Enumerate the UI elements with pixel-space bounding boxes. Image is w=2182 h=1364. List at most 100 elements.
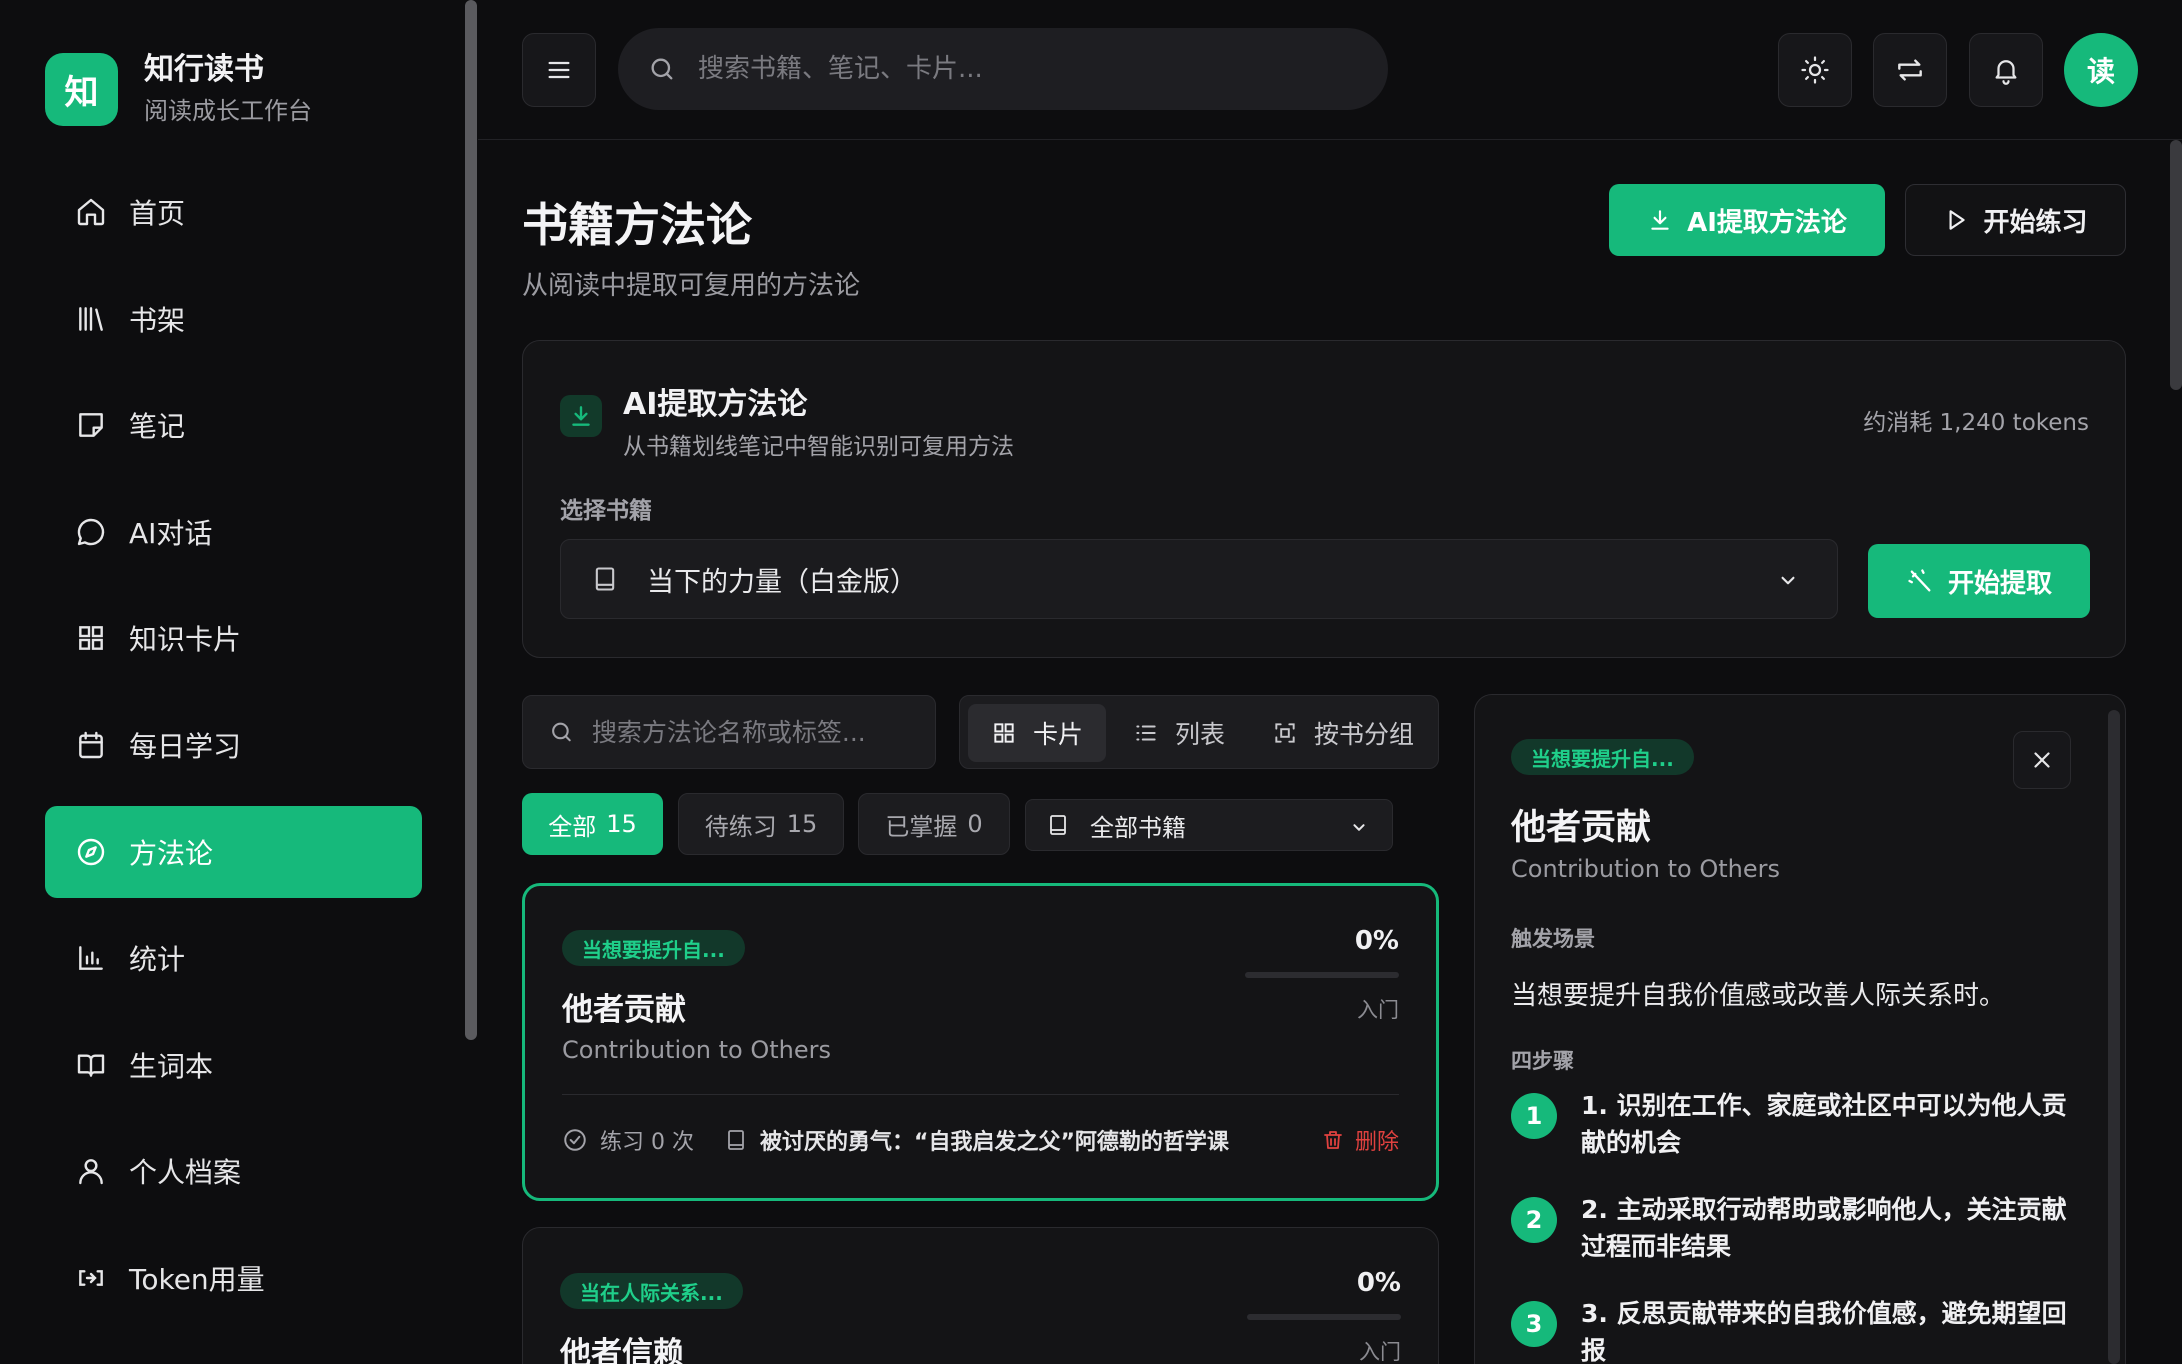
extract-panel-title: AI提取方法论 <box>623 387 808 422</box>
sidebar-item-knowledge-cards[interactable]: 知识卡片 <box>45 592 422 684</box>
sidebar-item-daily-study[interactable]: 每日学习 <box>45 699 422 791</box>
menu-icon <box>548 61 570 79</box>
detail-title: 他者贡献 <box>1511 808 1652 848</box>
coins-icon <box>79 1270 103 1286</box>
sidebar-item-label: AI对话 <box>129 516 213 550</box>
sidebar-item-ai-chat[interactable]: AI对话 <box>45 486 422 578</box>
play-icon <box>1949 210 1966 230</box>
top-bar: 读 <box>478 0 2182 140</box>
ai-extract-label: AI提取方法论 <box>1687 207 1847 238</box>
view-group-button[interactable]: 按书分组 <box>1252 704 1434 762</box>
sidebar-item-notes[interactable]: 笔记 <box>45 379 422 471</box>
scenario-tag: 当想要提升自... <box>1511 739 1694 775</box>
methodology-card[interactable]: 当想要提升自... 他者贡献 Contribution to Others 0%… <box>522 883 1439 1201</box>
search-icon <box>651 58 673 80</box>
book-filter-select[interactable]: 全部书籍 <box>1025 799 1393 851</box>
trash-icon <box>1324 1131 1342 1149</box>
level-label: 入门 <box>1357 998 1399 1022</box>
token-estimate: 约消耗 1,240 tokens <box>1863 410 2089 436</box>
sun-icon <box>1801 56 1829 84</box>
sidebar-item-home[interactable]: 首页 <box>45 166 422 258</box>
grid-icon <box>994 723 1014 743</box>
sidebar-item-label: 首页 <box>129 197 186 230</box>
home-icon <box>77 198 105 226</box>
step-number: 2 <box>1511 1197 1557 1243</box>
global-search-input[interactable] <box>697 54 1388 84</box>
card-english-title: Contribution to Others <box>562 1036 832 1064</box>
card-footer: 练习 0 次 被讨厌的勇气：“自我启发之父”阿德勒的哲学课 删除 <box>562 1124 1399 1156</box>
step-text: 1. 识别在工作、家庭或社区中可以为他人贡献的机会 <box>1581 1091 2067 1157</box>
switch-button[interactable] <box>1873 33 1947 107</box>
scenario-tag: 当在人际关系... <box>560 1273 743 1309</box>
view-list-button[interactable]: 列表 <box>1110 704 1248 762</box>
check-circle-icon <box>564 1129 586 1151</box>
theme-toggle-button[interactable] <box>1778 33 1852 107</box>
extract-panel-subtitle: 从书籍划线笔记中智能识别可复用方法 <box>623 434 1014 460</box>
card-title: 他者贡献 <box>562 992 686 1028</box>
user-icon <box>79 1159 103 1185</box>
start-practice-button[interactable]: 开始练习 <box>1905 184 2126 256</box>
view-toggle: 卡片 列表 按书分组 <box>959 695 1439 769</box>
grid-icon <box>79 626 103 651</box>
download-icon <box>1651 210 1669 230</box>
methodology-card[interactable]: 当在人际关系... 他者信赖 0% 入门 <box>522 1227 1439 1364</box>
chat-icon <box>77 518 105 545</box>
practice-count: 练习 0 次 <box>562 1124 694 1156</box>
sidebar-item-token-usage[interactable]: Token用量 <box>45 1232 422 1324</box>
book-open-icon <box>77 1054 105 1077</box>
notifications-button[interactable] <box>1969 33 2043 107</box>
book-select[interactable]: 当下的力量（白金版） <box>560 539 1838 619</box>
group-icon <box>1275 723 1295 743</box>
trigger-label: 触发场景 <box>1511 927 1595 951</box>
sidebar-item-methodology[interactable]: 方法论 <box>45 805 422 898</box>
sidebar: 知 知行读书 阅读成长工作台 首页 书架 笔记 AI对话 知识卡片 每日学习 方… <box>0 0 462 1364</box>
filter-pending-count: 15 <box>786 810 818 838</box>
filter-pending[interactable]: 待练习 15 <box>678 793 844 855</box>
filter-mastered-count: 0 <box>967 810 983 838</box>
filter-all[interactable]: 全部 15 <box>522 793 663 855</box>
sidebar-item-stats[interactable]: 统计 <box>45 912 422 1004</box>
card-divider <box>562 1094 1399 1095</box>
sidebar-scrollbar[interactable] <box>465 0 477 1040</box>
card-title: 他者信赖 <box>560 1336 684 1364</box>
sidebar-item-profile[interactable]: 个人档案 <box>45 1125 422 1217</box>
progress-percent: 0% <box>1356 1268 1401 1298</box>
avatar[interactable]: 读 <box>2064 33 2138 107</box>
page-subtitle: 从阅读中提取可复用的方法论 <box>522 271 861 301</box>
steps-label: 四步骤 <box>1511 1049 1574 1073</box>
close-button[interactable] <box>2013 731 2071 789</box>
practice-count-label: 练习 0 次 <box>600 1130 694 1155</box>
brand[interactable]: 知 知行读书 阅读成长工作台 <box>45 50 312 128</box>
view-cards-button[interactable]: 卡片 <box>968 704 1106 762</box>
menu-toggle-button[interactable] <box>522 33 596 107</box>
chevron-down-icon <box>1781 576 1795 585</box>
view-cards-label: 卡片 <box>1032 720 1083 749</box>
start-extract-button[interactable]: 开始提取 <box>1868 544 2090 618</box>
methodology-search-input[interactable] <box>591 717 935 747</box>
step-number: 1 <box>1511 1093 1557 1139</box>
main-scrollbar[interactable] <box>2170 140 2182 390</box>
filter-mastered-label: 已掌握 <box>885 812 958 841</box>
ai-extract-button[interactable]: AI提取方法论 <box>1609 184 1885 256</box>
sidebar-item-label: 生词本 <box>129 1049 214 1083</box>
delete-button[interactable]: 删除 <box>1321 1124 1399 1156</box>
brand-subtitle: 阅读成长工作台 <box>144 97 312 125</box>
ai-extract-panel: AI提取方法论 从书籍划线笔记中智能识别可复用方法 约消耗 1,240 toke… <box>522 340 2126 658</box>
filter-mastered[interactable]: 已掌握 0 <box>858 793 1010 855</box>
step-text: 3. 反思贡献带来的自我价值感，避免期望回报 <box>1581 1299 2067 1364</box>
progress-percent: 0% <box>1354 926 1399 956</box>
source-book-title: 被讨厌的勇气：“自我启发之父”阿德勒的哲学课 <box>759 1130 1229 1155</box>
progress-bar <box>1247 1314 1401 1320</box>
sidebar-item-label: 方法论 <box>129 836 214 870</box>
sidebar-item-vocabulary[interactable]: 生词本 <box>45 1019 422 1111</box>
detail-scrollbar[interactable] <box>2108 710 2120 1364</box>
filter-pending-label: 待练习 <box>704 812 777 841</box>
start-practice-label: 开始练习 <box>1983 207 2088 238</box>
global-search[interactable] <box>618 28 1388 110</box>
brand-title: 知行读书 <box>144 52 264 87</box>
close-icon <box>2034 752 2050 768</box>
methodology-search[interactable] <box>522 695 936 769</box>
sidebar-item-label: 个人档案 <box>129 1156 242 1190</box>
methodology-detail-panel: 当想要提升自... 他者贡献 Contribution to Others 触发… <box>1474 694 2126 1364</box>
sidebar-item-bookshelf[interactable]: 书架 <box>45 273 422 365</box>
